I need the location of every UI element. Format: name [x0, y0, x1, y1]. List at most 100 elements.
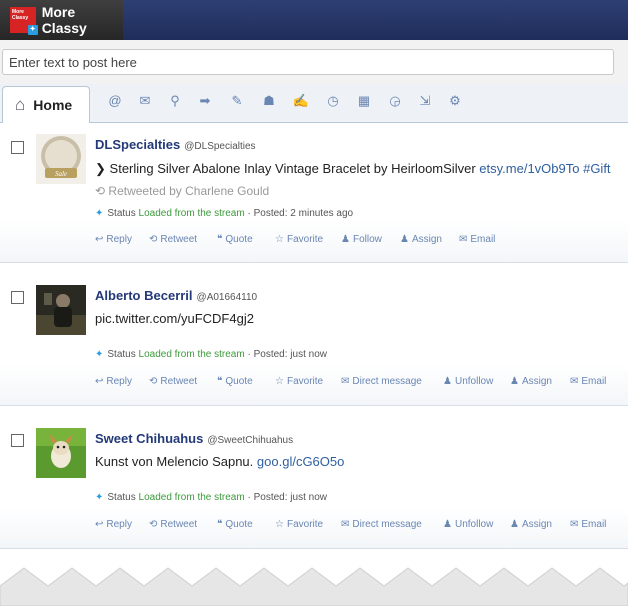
assign-button[interactable]: ♟ Assign	[400, 234, 442, 245]
retweeted-by: ⟲ Retweeted by Charlene Gould	[95, 184, 269, 198]
select-checkbox[interactable]	[11, 434, 24, 447]
posted-label: · Posted:	[247, 208, 288, 219]
tweet-link[interactable]: pic.twitter.com/yuFCDF4gj2	[95, 311, 254, 326]
author-display-name[interactable]: Sweet Chihuahus	[95, 431, 203, 446]
clock-icon[interactable]: ◷	[324, 92, 342, 110]
direct-message-icon[interactable]: ✉	[136, 92, 154, 110]
author-handle[interactable]: @A01664110	[197, 292, 258, 303]
posted-time: just now	[290, 349, 327, 360]
author-handle[interactable]: @DLSpecialties	[184, 141, 255, 152]
app-brand[interactable]: More Classy ✦ More Classy	[0, 0, 123, 40]
select-checkbox[interactable]	[11, 141, 24, 154]
status-source: Loaded from the stream	[138, 349, 245, 360]
status-label: Status	[107, 208, 136, 219]
retweet-icon: ⟲	[149, 376, 158, 387]
author-display-name[interactable]: DLSpecialties	[95, 137, 180, 152]
unfollow-icon: ♟	[443, 376, 452, 387]
reply-icon: ↩	[95, 519, 104, 530]
quote-mark-icon: ❯	[95, 161, 106, 176]
post-bar	[0, 40, 628, 84]
retweet-button[interactable]: ⟲ Retweet	[149, 234, 197, 245]
star-icon: ☆	[275, 234, 284, 245]
settings-icon[interactable]: ⚙	[446, 92, 464, 110]
calendar-icon[interactable]: ▦	[355, 92, 373, 110]
status-label: Status	[107, 349, 136, 360]
tweet-text: pic.twitter.com/yuFCDF4gj2	[95, 311, 254, 326]
retweeted-by-text: Retweeted by Charlene Gould	[108, 184, 270, 198]
app-logo-text: More Classy	[12, 9, 29, 21]
avatar[interactable]: Sale	[36, 134, 86, 184]
export-icon[interactable]: ⇲	[416, 92, 434, 110]
tag-icon[interactable]: ✎	[228, 92, 246, 110]
tweet-text-main: Sterling Silver Abalone Inlay Vintage Br…	[109, 161, 476, 176]
follow-button[interactable]: ♟ Follow	[341, 234, 382, 245]
avatar[interactable]	[36, 428, 86, 478]
twitter-bird-icon: ✦	[95, 492, 104, 503]
author-handle[interactable]: @SweetChihuahus	[207, 435, 293, 446]
quote-button[interactable]: ❝ Quote	[217, 376, 253, 387]
tweet-status: ✦ Status Loaded from the stream · Posted:…	[95, 492, 327, 503]
tweet-item: Sale DLSpecialties @DLSpecialties ❯ Sterl…	[0, 124, 628, 263]
reply-icon: ↩	[95, 376, 104, 387]
email-icon: ✉	[570, 519, 579, 530]
author-name[interactable]: DLSpecialties @DLSpecialties	[95, 137, 256, 152]
unfollow-button[interactable]: ♟ Unfollow	[443, 519, 493, 530]
mention-icon[interactable]: @	[106, 92, 124, 110]
posted-label: · Posted:	[247, 349, 288, 360]
group-icon[interactable]: ☗	[260, 92, 278, 110]
tweet-link[interactable]: etsy.me/1vOb9To #Gift	[479, 161, 610, 176]
tab-bar: ⌂ Home @ ✉ ⚲ ➡ ✎ ☗ ✍ ◷ ▦ ◶ ⇲ ⚙	[0, 84, 628, 123]
star-icon: ☆	[275, 519, 284, 530]
email-button[interactable]: ✉ Email	[570, 519, 606, 530]
avatar[interactable]	[36, 285, 86, 335]
reply-button[interactable]: ↩ Reply	[95, 234, 132, 245]
direct-message-button[interactable]: ✉ Direct message	[341, 519, 422, 530]
top-bar: More Classy ✦ More Classy	[0, 0, 628, 40]
tab-home[interactable]: ⌂ Home	[2, 86, 90, 123]
draft-icon[interactable]: ✍	[292, 92, 310, 110]
author-name[interactable]: Sweet Chihuahus @SweetChihuahus	[95, 431, 293, 446]
avatar-sale-text: Sale	[55, 170, 67, 178]
retweet-button[interactable]: ⟲ Retweet	[149, 376, 197, 387]
assign-button[interactable]: ♟ Assign	[510, 519, 552, 530]
author-name[interactable]: Alberto Becerril @A01664110	[95, 288, 257, 303]
torn-edge-divider	[0, 560, 628, 606]
tweet-item: Sweet Chihuahus @SweetChihuahus Kunst von…	[0, 412, 628, 549]
assign-icon: ♟	[510, 376, 519, 387]
app-title: More Classy	[41, 4, 87, 36]
assign-button[interactable]: ♟ Assign	[510, 376, 552, 387]
favorite-button[interactable]: ☆ Favorite	[275, 519, 323, 530]
author-display-name[interactable]: Alberto Becerril	[95, 288, 193, 303]
assign-icon: ♟	[400, 234, 409, 245]
direct-message-button[interactable]: ✉ Direct message	[341, 376, 422, 387]
assign-icon: ♟	[510, 519, 519, 530]
retweet-icon: ⟲	[149, 234, 158, 245]
status-label: Status	[107, 492, 136, 503]
twitter-bird-icon: ✦	[27, 25, 38, 35]
posted-time: 2 minutes ago	[290, 208, 354, 219]
reply-button[interactable]: ↩ Reply	[95, 519, 132, 530]
quote-button[interactable]: ❝ Quote	[217, 519, 253, 530]
reply-button[interactable]: ↩ Reply	[95, 376, 132, 387]
twitter-bird-icon: ✦	[95, 349, 104, 360]
tweet-link[interactable]: goo.gl/cG6O5o	[257, 454, 344, 469]
email-button[interactable]: ✉ Email	[459, 234, 495, 245]
posted-label: · Posted:	[247, 492, 288, 503]
forward-icon[interactable]: ➡	[196, 92, 214, 110]
favorite-button[interactable]: ☆ Favorite	[275, 234, 323, 245]
direct-message-icon: ✉	[341, 519, 350, 530]
post-input[interactable]	[2, 49, 614, 75]
unfollow-button[interactable]: ♟ Unfollow	[443, 376, 493, 387]
favorite-button[interactable]: ☆ Favorite	[275, 376, 323, 387]
tweet-text: ❯ Sterling Silver Abalone Inlay Vintage …	[95, 161, 611, 177]
select-checkbox[interactable]	[11, 291, 24, 304]
scheduled-icon[interactable]: ◶	[386, 92, 404, 110]
retweet-button[interactable]: ⟲ Retweet	[149, 519, 197, 530]
reply-icon: ↩	[95, 234, 104, 245]
quote-icon: ❝	[217, 519, 223, 530]
star-icon: ☆	[275, 376, 284, 387]
email-button[interactable]: ✉ Email	[570, 376, 606, 387]
search-icon[interactable]: ⚲	[166, 92, 184, 110]
quote-button[interactable]: ❝ Quote	[217, 234, 253, 245]
tweet-status: ✦ Status Loaded from the stream · Posted:…	[95, 349, 327, 360]
